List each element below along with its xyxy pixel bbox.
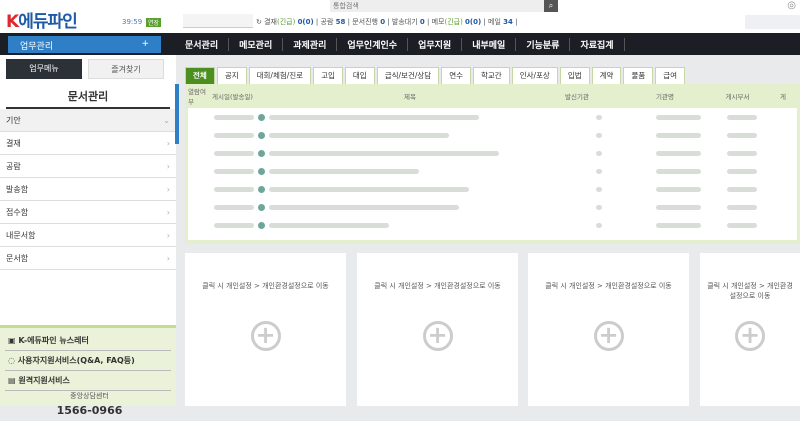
center-label: 중앙상담센터 (70, 392, 109, 400)
session-timer: 39:59 (122, 18, 143, 26)
chevron-right-icon: › (166, 254, 170, 263)
chevron-right-icon: › (166, 185, 170, 194)
user-info[interactable] (745, 15, 800, 29)
main-nav: 업무관리 + 문서관리 메모관리 과제관리 업무인계인수 업무지원 내부메일 기능… (0, 33, 800, 55)
chevron-right-icon: › (166, 208, 170, 217)
sidebar-item[interactable]: 결재 › (0, 132, 176, 155)
remote-support-link[interactable]: ▤ 원격지원서비스 (5, 371, 171, 391)
widget-slot[interactable]: 클릭 시 개인설정 > 개인환경설정으로 이동 + (185, 253, 346, 406)
tab-favorites[interactable]: 즐겨찾기 (88, 59, 164, 79)
widget-slot[interactable]: 클릭 시 개인설정 > 개인환경설정으로 이동 + (700, 253, 800, 406)
nav-item[interactable]: 자료집계 (570, 38, 625, 51)
tab-work-menu[interactable]: 업무메뉴 (6, 59, 82, 79)
tab[interactable]: 연수 (441, 67, 471, 84)
extend-session-button[interactable]: 연장 (146, 18, 162, 27)
org-select[interactable] (183, 14, 253, 28)
chevron-right-icon: › (166, 139, 170, 148)
sidebar-item[interactable]: 발송함 › (0, 178, 176, 201)
sidebar-title: 문서관리 (6, 85, 170, 109)
newsletter-link[interactable]: ▣ K-에듀파인 뉴스레터 (5, 331, 171, 351)
nav-item[interactable]: 문서관리 (175, 38, 230, 51)
table-header: 열람여부 게시일(발송일) 제목 발신기관 기관명 게시부서 게 (188, 88, 786, 106)
logo[interactable]: K에듀파인 (6, 7, 78, 32)
sidebar-item[interactable]: 내문서함 › (0, 224, 176, 247)
table-row[interactable] (188, 126, 797, 144)
table-row[interactable] (188, 162, 797, 180)
tab[interactable]: 대입 (344, 67, 375, 84)
table-row[interactable] (188, 144, 797, 162)
search-input[interactable]: 통합검색 (330, 0, 544, 12)
user-icon[interactable]: ◎ (787, 0, 796, 11)
send-wait-count[interactable]: 0 (420, 18, 425, 26)
widget-slot[interactable]: 클릭 시 개인설정 > 개인환경설정으로 이동 + (528, 253, 689, 406)
sidebar-toggle[interactable] (175, 84, 179, 144)
chevron-down-icon: ⌄ (163, 116, 170, 125)
nav-item[interactable]: 내부메일 (462, 38, 517, 51)
phone-number: 1566-0966 (56, 404, 123, 417)
board-table: 열람여부 게시일(발송일) 제목 발신기관 기관명 게시부서 게 (185, 84, 800, 244)
work-management-button[interactable]: 업무관리 + (8, 36, 161, 53)
table-row[interactable] (188, 180, 797, 198)
widget-slot[interactable]: 클릭 시 개인설정 > 개인환경설정으로 이동 + (357, 253, 518, 406)
tab[interactable]: 급식/보건/상담 (376, 67, 440, 84)
mail-count[interactable]: 34 (503, 18, 513, 26)
search-icon[interactable]: ⌕ (544, 0, 558, 12)
add-icon: + (593, 321, 624, 351)
sidebar-item[interactable]: 공람 › (0, 155, 176, 178)
chevron-right-icon: › (166, 162, 170, 171)
tab[interactable]: 계약 (591, 67, 622, 84)
review-count[interactable]: 58 (336, 18, 346, 26)
progress-count[interactable]: 0 (380, 18, 385, 26)
plus-icon: + (141, 39, 149, 49)
sidebar-item[interactable]: 기안 ⌄ (0, 109, 176, 132)
add-icon: + (250, 321, 281, 351)
approval-count[interactable]: 0(0) (298, 18, 314, 26)
tab[interactable]: 대회/체험/진로 (248, 67, 312, 84)
user-support-link[interactable]: ◌ 사용자지원서비스(Q&A, FAQ등) (5, 351, 171, 371)
sidebar-item[interactable]: 접수함 › (0, 201, 176, 224)
tab[interactable]: 공지 (216, 67, 247, 84)
add-icon: + (422, 321, 453, 351)
nav-item[interactable]: 업무지원 (408, 38, 463, 51)
add-icon: + (735, 321, 765, 351)
tab[interactable]: 물품 (623, 67, 654, 84)
board-tabs: 전체 공지 대회/체험/진로 고입 대입 급식/보건/상담 연수 학교간 인사/… (185, 67, 687, 84)
top-header: K에듀파인 39:59 연장 통합검색 ⌕ ↻ 결재(긴급) 0(0) | 공람… (0, 0, 800, 33)
memo-count[interactable]: 0(0) (465, 18, 481, 26)
tab[interactable]: 고입 (313, 67, 343, 84)
tab[interactable]: 인사/포상 (511, 67, 558, 84)
support-panel: ▣ K-에듀파인 뉴스레터 ◌ 사용자지원서비스(Q&A, FAQ등) ▤ 원격… (0, 325, 176, 417)
tab[interactable]: 전체 (185, 67, 215, 84)
table-row[interactable] (188, 216, 797, 234)
chevron-right-icon: › (166, 231, 170, 240)
nav-item[interactable]: 기능분류 (516, 38, 571, 51)
nav-item[interactable]: 메모관리 (229, 38, 284, 51)
sidebar-item[interactable]: 문서함 › (0, 247, 176, 270)
table-row[interactable] (188, 108, 797, 126)
table-row[interactable] (188, 198, 797, 216)
nav-item[interactable]: 업무인계인수 (337, 38, 409, 51)
status-counts: ↻ 결재(긴급) 0(0) | 공람 58 | 문서진행 0 | 발송대기 0 … (256, 18, 518, 26)
nav-item[interactable]: 과제관리 (283, 38, 338, 51)
tab[interactable]: 입법 (559, 67, 590, 84)
tab[interactable]: 급여 (655, 67, 686, 84)
tab[interactable]: 학교간 (473, 67, 510, 84)
